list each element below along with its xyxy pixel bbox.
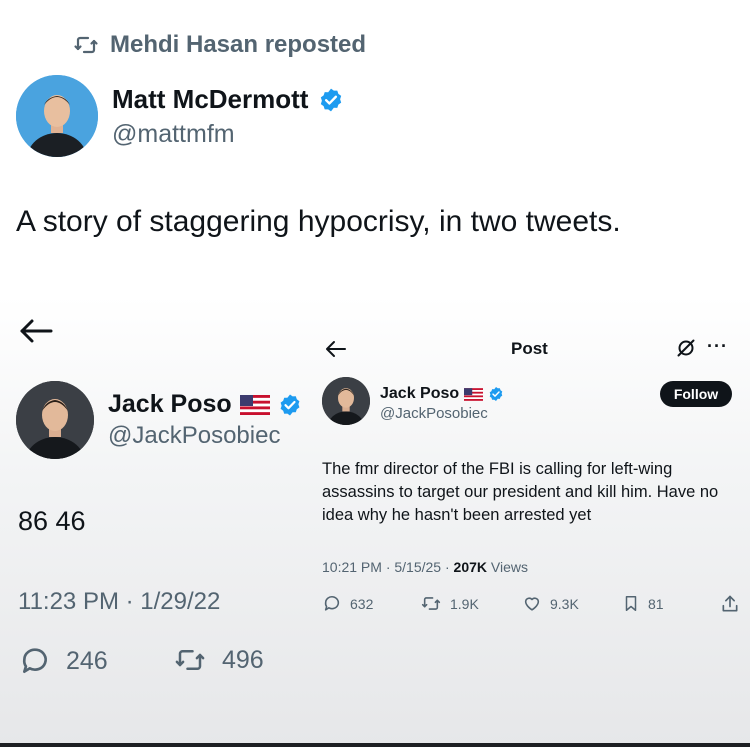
right-tweet-views-label: Views — [487, 559, 528, 575]
share-icon — [720, 594, 740, 614]
right-tweet-timestamp[interactable]: 10:21 PM · 5/15/25 · — [322, 559, 454, 575]
repost-label: Mehdi Hasan reposted — [110, 31, 367, 58]
retweet-icon — [172, 645, 208, 675]
verified-badge-icon — [318, 87, 344, 113]
left-tweet-handle[interactable]: @JackPosobiec — [108, 422, 280, 450]
left-tweet-retweet-button[interactable]: 496 — [172, 645, 264, 675]
retweet-icon — [420, 594, 442, 613]
reply-icon — [322, 594, 342, 613]
right-tweet-retweet-button[interactable]: 1.9K — [420, 594, 479, 613]
left-tweet-reply-count: 246 — [66, 646, 108, 675]
us-flag-icon — [464, 387, 484, 401]
right-tweet-retweet-count: 1.9K — [450, 595, 479, 612]
author-handle[interactable]: @mattmfm — [112, 120, 235, 149]
more-options-icon[interactable]: ··· — [707, 336, 728, 357]
right-tweet-name[interactable]: Jack Poso — [380, 385, 459, 403]
bottom-divider — [0, 743, 750, 747]
right-tweet-share-button[interactable] — [720, 594, 740, 614]
right-tweet-reply-button[interactable]: 632 — [322, 594, 373, 613]
back-arrow-icon[interactable] — [18, 318, 54, 344]
right-tweet-meta: 10:21 PM · 5/15/25 · 207K Views — [322, 559, 528, 575]
right-tweet-avatar[interactable] — [322, 377, 370, 425]
post-header-title: Post — [511, 339, 548, 358]
right-tweet-bookmark-button[interactable]: 81 — [622, 594, 664, 613]
right-tweet-handle[interactable]: @JackPosobiec — [380, 405, 488, 422]
repost-indicator[interactable]: Mehdi Hasan reposted — [72, 30, 366, 60]
heart-icon — [522, 594, 542, 613]
grok-icon[interactable] — [676, 338, 696, 358]
left-tweet-reply-button[interactable]: 246 — [18, 645, 108, 677]
author-avatar[interactable] — [16, 75, 98, 157]
right-tweet-name-row: Jack Poso — [380, 385, 504, 403]
right-tweet-views-count: 207K — [453, 559, 487, 575]
left-tweet-name-row: Jack Poso — [108, 390, 302, 419]
left-tweet-avatar[interactable] — [16, 381, 94, 459]
bookmark-icon — [622, 594, 640, 613]
us-flag-icon — [239, 394, 270, 415]
right-tweet-reply-count: 632 — [350, 595, 374, 612]
right-tweet-body: The fmr director of the FBI is calling f… — [322, 460, 719, 524]
left-tweet-retweet-count: 496 — [222, 645, 264, 674]
verified-badge-icon — [278, 393, 302, 417]
right-tweet-bookmark-count: 81 — [648, 595, 664, 612]
right-tweet-like-count: 9.3K — [550, 595, 579, 612]
retweet-icon — [72, 33, 100, 57]
left-tweet-body: 86 46 — [18, 506, 86, 536]
follow-button[interactable]: Follow — [660, 381, 732, 407]
author-name[interactable]: Matt McDermott — [112, 84, 308, 115]
left-tweet-timestamp[interactable]: 11:23 PM · 1/29/22 — [18, 588, 220, 616]
author-name-row: Matt McDermott — [112, 84, 344, 115]
verified-badge-icon — [488, 386, 504, 402]
left-tweet-name[interactable]: Jack Poso — [108, 390, 232, 419]
right-tweet-like-button[interactable]: 9.3K — [522, 594, 579, 613]
tweet-text: A story of staggering hypocrisy, in two … — [16, 205, 621, 238]
reply-icon — [18, 645, 52, 677]
back-arrow-icon[interactable] — [325, 340, 347, 358]
